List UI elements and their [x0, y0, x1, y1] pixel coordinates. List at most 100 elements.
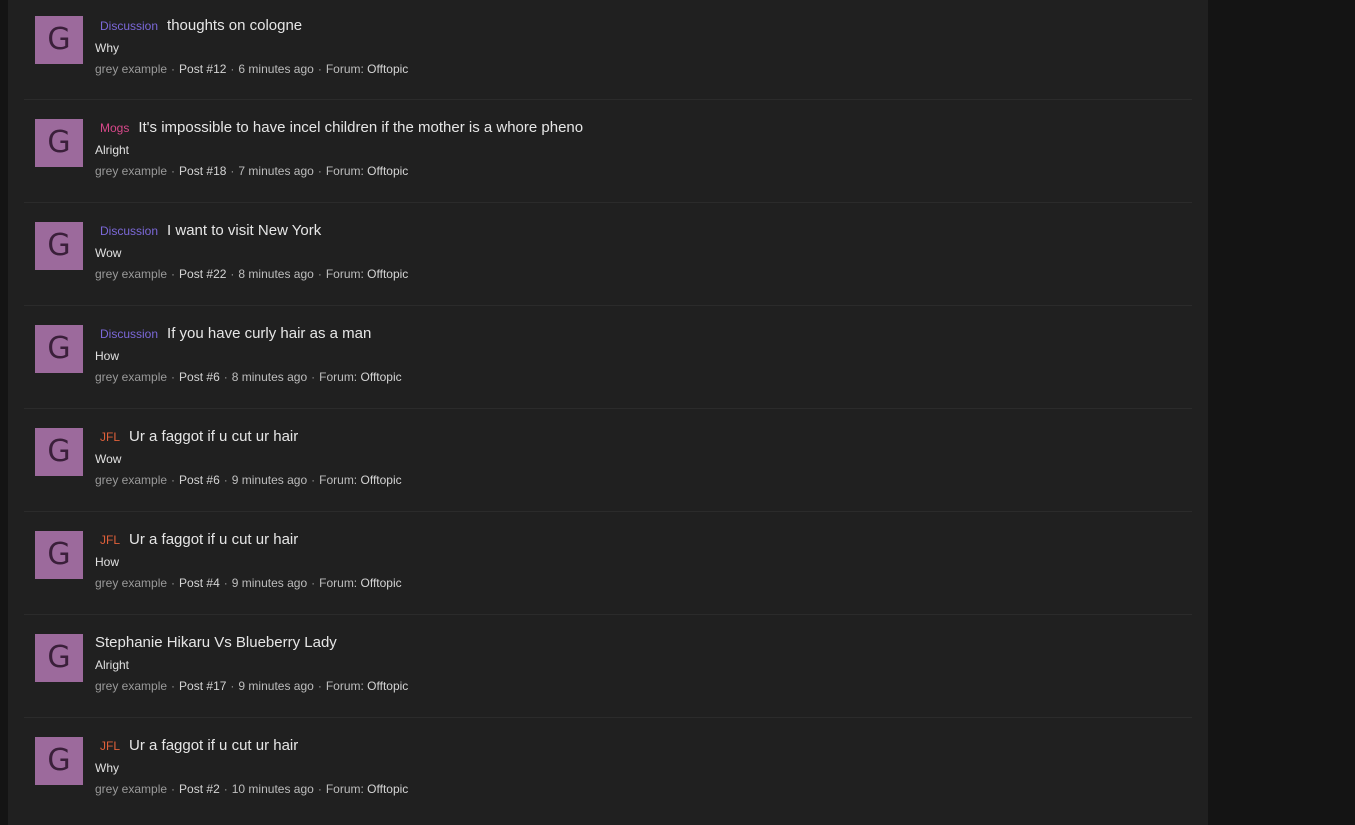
result-title-line: Mogs It's impossible to have incel childr…	[95, 117, 1192, 139]
search-result-item: G Discussion thoughts on cologne Why grey ex…	[24, 0, 1192, 100]
forum-link[interactable]: Offtopic	[361, 370, 402, 384]
user-avatar[interactable]: G	[35, 222, 83, 270]
result-title-line: JFL Ur a faggot if u cut ur hair	[95, 529, 1192, 551]
search-result-item: G Stephanie Hikaru Vs Blueberry Lady Alrig…	[24, 615, 1192, 718]
meta-separator: ·	[171, 473, 176, 487]
result-content: Discussion I want to visit New York Wow gre…	[95, 220, 1192, 282]
thread-title-link[interactable]: Ur a faggot if u cut ur hair	[129, 428, 298, 445]
post-number-link[interactable]: Post #6	[179, 370, 220, 384]
meta-separator: ·	[171, 576, 176, 590]
author-link[interactable]: grey example	[95, 370, 167, 384]
forum-link[interactable]: Offtopic	[367, 62, 408, 76]
thread-title-link[interactable]: Ur a faggot if u cut ur hair	[129, 737, 298, 754]
thread-prefix-label[interactable]: Discussion	[95, 15, 163, 37]
result-title-line: Discussion If you have curly hair as a ma…	[95, 323, 1192, 345]
result-content: Mogs It's impossible to have incel childr…	[95, 117, 1192, 179]
forum-label: Forum:	[319, 370, 358, 384]
thread-prefix-label[interactable]: Mogs	[95, 117, 134, 139]
result-meta: grey example · Post #4 · 9 minutes ago · Forum…	[95, 575, 1192, 591]
forum-link[interactable]: Offtopic	[367, 679, 408, 693]
post-timestamp: 9 minutes ago	[238, 679, 314, 693]
result-meta: grey example · Post #17 · 9 minutes ago · Foru…	[95, 678, 1192, 694]
author-link[interactable]: grey example	[95, 164, 167, 178]
post-number-link[interactable]: Post #22	[179, 267, 226, 281]
thread-prefix-label[interactable]: JFL	[95, 426, 125, 448]
result-meta: grey example · Post #6 · 9 minutes ago · Forum…	[95, 472, 1192, 488]
post-snippet: Why	[95, 41, 119, 55]
post-number-link[interactable]: Post #2	[179, 782, 220, 796]
post-snippet: Alright	[95, 658, 130, 672]
result-content: Discussion If you have curly hair as a ma…	[95, 323, 1192, 385]
post-timestamp: 7 minutes ago	[238, 164, 314, 178]
result-meta: grey example · Post #2 · 10 minutes ago · Foru…	[95, 781, 1192, 797]
search-result-item: G Discussion I want to visit New York Wow gr…	[24, 203, 1192, 306]
result-meta: grey example · Post #18 · 7 minutes ago · Foru…	[95, 163, 1192, 179]
user-avatar[interactable]: G	[35, 16, 83, 64]
forum-label: Forum:	[325, 62, 364, 76]
meta-separator: ·	[223, 576, 228, 590]
user-avatar[interactable]: G	[35, 119, 83, 167]
user-avatar[interactable]: G	[35, 737, 83, 785]
post-snippet: How	[95, 555, 120, 569]
meta-separator: ·	[171, 679, 176, 693]
thread-prefix-label[interactable]: Discussion	[95, 323, 163, 345]
meta-separator: ·	[311, 473, 316, 487]
thread-title-link[interactable]: It's impossible to have incel children i…	[138, 119, 583, 136]
meta-separator: ·	[171, 164, 176, 178]
meta-separator: ·	[317, 679, 322, 693]
post-timestamp: 9 minutes ago	[231, 473, 308, 487]
thread-title-link[interactable]: Stephanie Hikaru Vs Blueberry Lady	[95, 634, 337, 651]
thread-prefix-label[interactable]: JFL	[95, 735, 125, 757]
forum-label: Forum:	[319, 473, 358, 487]
forum-link[interactable]: Offtopic	[367, 782, 408, 796]
forum-label: Forum:	[325, 267, 364, 281]
forum-link[interactable]: Offtopic	[367, 164, 408, 178]
post-snippet: Alright	[95, 143, 130, 157]
post-timestamp: 8 minutes ago	[231, 370, 308, 384]
meta-separator: ·	[230, 267, 235, 281]
search-result-item: G Discussion If you have curly hair as a m…	[24, 306, 1192, 409]
meta-separator: ·	[171, 782, 176, 796]
user-avatar[interactable]: G	[35, 325, 83, 373]
forum-link[interactable]: Offtopic	[367, 267, 408, 281]
user-avatar[interactable]: G	[35, 634, 83, 682]
post-number-link[interactable]: Post #12	[179, 62, 226, 76]
meta-separator: ·	[311, 370, 316, 384]
post-timestamp: 10 minutes ago	[231, 782, 314, 796]
author-link[interactable]: grey example	[95, 267, 167, 281]
forum-label: Forum:	[325, 782, 364, 796]
meta-separator: ·	[230, 164, 235, 178]
post-number-link[interactable]: Post #18	[179, 164, 226, 178]
meta-separator: ·	[317, 782, 322, 796]
post-number-link[interactable]: Post #4	[179, 576, 220, 590]
post-number-link[interactable]: Post #6	[179, 473, 220, 487]
result-content: JFL Ur a faggot if u cut ur hair Why grey e…	[95, 735, 1192, 797]
meta-separator: ·	[311, 576, 316, 590]
result-content: Stephanie Hikaru Vs Blueberry Lady Alrigh…	[95, 632, 1192, 694]
forum-link[interactable]: Offtopic	[361, 576, 402, 590]
post-number-link[interactable]: Post #17	[179, 679, 226, 693]
thread-title-link[interactable]: Ur a faggot if u cut ur hair	[129, 531, 298, 548]
search-results-panel: G Discussion thoughts on cologne Why grey ex…	[8, 0, 1208, 825]
forum-label: Forum:	[319, 576, 358, 590]
thread-prefix-label[interactable]: Discussion	[95, 220, 163, 242]
thread-prefix-label[interactable]: JFL	[95, 529, 125, 551]
author-link[interactable]: grey example	[95, 576, 167, 590]
meta-separator: ·	[223, 370, 228, 384]
post-timestamp: 6 minutes ago	[238, 62, 314, 76]
meta-separator: ·	[317, 164, 322, 178]
thread-title-link[interactable]: If you have curly hair as a man	[167, 325, 371, 342]
user-avatar[interactable]: G	[35, 531, 83, 579]
user-avatar[interactable]: G	[35, 428, 83, 476]
author-link[interactable]: grey example	[95, 473, 167, 487]
result-meta: grey example · Post #22 · 8 minutes ago · Foru…	[95, 266, 1192, 282]
forum-link[interactable]: Offtopic	[361, 473, 402, 487]
author-link[interactable]: grey example	[95, 782, 167, 796]
author-link[interactable]: grey example	[95, 62, 167, 76]
author-link[interactable]: grey example	[95, 679, 167, 693]
thread-title-link[interactable]: I want to visit New York	[167, 222, 321, 239]
forum-label: Forum:	[325, 164, 364, 178]
search-results-list: G Discussion thoughts on cologne Why grey ex…	[24, 0, 1192, 821]
thread-title-link[interactable]: thoughts on cologne	[167, 17, 302, 34]
post-snippet: Why	[95, 761, 119, 775]
